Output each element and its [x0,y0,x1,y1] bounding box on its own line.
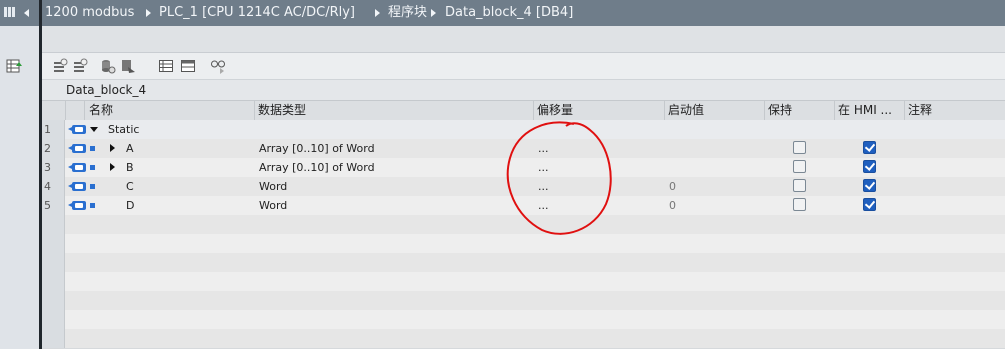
table-view-icon[interactable] [158,58,174,74]
breadcrumb-arrow-icon [431,9,436,17]
tag-datatype[interactable]: Word [259,177,287,196]
empty-row[interactable] [42,215,1005,235]
member-icon [90,146,95,151]
column-header-offset[interactable]: 偏移量 [537,101,573,120]
tag-offset: ... [538,180,549,193]
left-pane [0,26,39,349]
tag-datatype[interactable]: Word [259,196,287,215]
table-header: 名称 数据类型 偏移量 启动值 保持 在 HMI ... 注释 [42,100,1005,121]
member-icon [90,203,95,208]
add-row-icon[interactable] [72,58,88,74]
table-row[interactable]: 4 C Word ... 0 [42,177,1005,197]
tag-name[interactable]: B [126,158,134,177]
empty-row[interactable] [42,272,1005,292]
interface-icon [68,144,86,153]
expand-icon[interactable] [110,144,115,152]
table-row[interactable]: 5 D Word ... 0 [42,196,1005,216]
title-bar: 1200 modbus PLC_1 [CPU 1214C AC/DC/Rly] … [0,0,1005,26]
breadcrumb-folder[interactable]: 程序块 [388,0,427,26]
tag-name[interactable]: D [126,196,134,215]
member-icon [90,165,95,170]
breadcrumb-device[interactable]: PLC_1 [CPU 1214C AC/DC/Rly] [159,0,355,26]
column-header-name[interactable]: 名称 [89,101,113,120]
table-row[interactable]: 2 A Array [0..10] of Word ... [42,139,1005,159]
table-row[interactable]: 3 B Array [0..10] of Word ... [42,158,1005,178]
back-arrow-icon[interactable] [24,9,29,17]
hmi-checkbox[interactable] [863,179,876,192]
hmi-checkbox[interactable] [863,198,876,211]
row-number[interactable]: 3 [42,158,65,177]
monitor-icon[interactable] [210,58,226,74]
empty-row[interactable] [42,291,1005,311]
column-header-start-value[interactable]: 启动值 [668,101,704,120]
tag-name[interactable]: C [126,177,134,196]
grid-icon[interactable] [4,7,15,17]
interface-icon [68,125,86,134]
hmi-checkbox[interactable] [863,160,876,173]
block-title-bar: Data_block_4 [42,80,1005,100]
retain-checkbox[interactable] [793,160,806,173]
tag-start-value[interactable]: 0 [669,196,676,215]
row-number[interactable]: 2 [42,139,65,158]
editor-strip [42,26,1005,53]
snapshot-icon[interactable] [100,58,116,74]
interface-icon [68,182,86,191]
data-block-table: 1 Static 2 A Array [0..10] of Word ... 3… [42,120,1005,349]
dataview-icon[interactable] [6,58,24,74]
interface-icon [68,163,86,172]
empty-row[interactable] [42,253,1005,273]
collapse-icon[interactable] [90,127,98,132]
breadcrumb-arrow-icon [146,9,151,17]
insert-row-icon[interactable] [52,58,68,74]
member-icon [90,184,95,189]
column-header-hmi[interactable]: 在 HMI ... [838,101,892,120]
toolbar [42,53,1005,80]
empty-row[interactable] [42,329,1005,349]
breadcrumb-block[interactable]: Data_block_4 [DB4] [445,0,573,26]
retain-checkbox[interactable] [793,141,806,154]
empty-row[interactable] [42,234,1005,254]
retain-checkbox[interactable] [793,198,806,211]
breadcrumb-project[interactable]: 1200 modbus [45,0,134,26]
column-view-icon[interactable] [180,58,196,74]
hmi-checkbox[interactable] [863,141,876,154]
tag-offset: ... [538,199,549,212]
row-number[interactable]: 1 [42,120,65,139]
column-header-datatype[interactable]: 数据类型 [258,101,306,120]
interface-icon [68,201,86,210]
tag-offset: ... [538,161,549,174]
expand-icon[interactable] [110,163,115,171]
tag-offset: ... [538,142,549,155]
tag-name[interactable]: A [126,139,134,158]
tag-datatype[interactable]: Array [0..10] of Word [259,139,375,158]
retain-checkbox[interactable] [793,179,806,192]
table-row[interactable]: 1 Static [42,120,1005,140]
tag-start-value[interactable]: 0 [669,177,676,196]
tag-datatype[interactable]: Array [0..10] of Word [259,158,375,177]
column-header-comment[interactable]: 注释 [908,101,932,120]
column-header-retain[interactable]: 保持 [768,101,792,120]
tag-name[interactable]: Static [108,120,139,139]
copy-snapshot-icon[interactable] [120,58,136,74]
block-title: Data_block_4 [66,83,147,97]
row-number[interactable]: 5 [42,196,65,215]
breadcrumb-arrow-icon [375,9,380,17]
row-number[interactable]: 4 [42,177,65,196]
empty-row[interactable] [42,310,1005,330]
